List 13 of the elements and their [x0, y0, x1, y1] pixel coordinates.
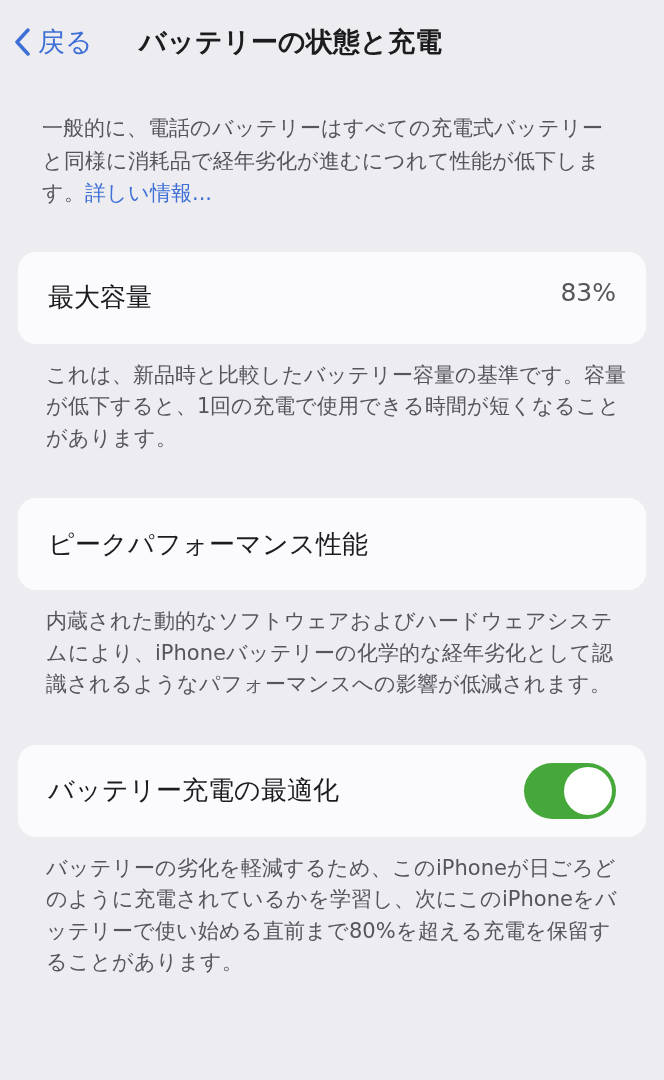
screen-title: バッテリーの状態と充電 — [139, 24, 442, 59]
cell-label: バッテリー充電の最適化 — [48, 774, 339, 808]
cell-label: ピークパフォーマンス性能 — [48, 527, 368, 561]
settings-cell[interactable]: バッテリー充電の最適化 — [18, 744, 646, 837]
cell-value: 83% — [560, 276, 616, 309]
section-footer: バッテリーの劣化を軽減するため、このiPhoneが日ごろどのように充電されているかを学習し、次にこのiPhoneをバッテリーで使い始める直前まで80%を超える充電を保留することがあります。 — [0, 836, 664, 979]
section-footer: 内蔵された動的なソフトウェアおよびハードウェアシステムにより、iPhoneバッテリーの化学的な経年劣化として認識されるようなパフォーマンスへの影響が低減されます。 — [0, 590, 664, 701]
cell-label: 最大容量 — [48, 281, 152, 315]
section-footer: これは、新品時と比較したバッテリー容量の基準です。容量が低下すると、1回の充電で使用できる時間が短くなることがあります。 — [0, 343, 664, 455]
intro-text: 一般的に、電話のバッテリーはすべての充電式バッテリーと同様に消耗品で経年劣化が進むにつれて性能が低下します。詳しい情報... — [41, 115, 604, 208]
learn-more-link[interactable]: 詳しい情報... — [85, 181, 213, 206]
chevron-left-icon — [14, 28, 30, 56]
back-button[interactable]: 戻る — [14, 21, 93, 63]
